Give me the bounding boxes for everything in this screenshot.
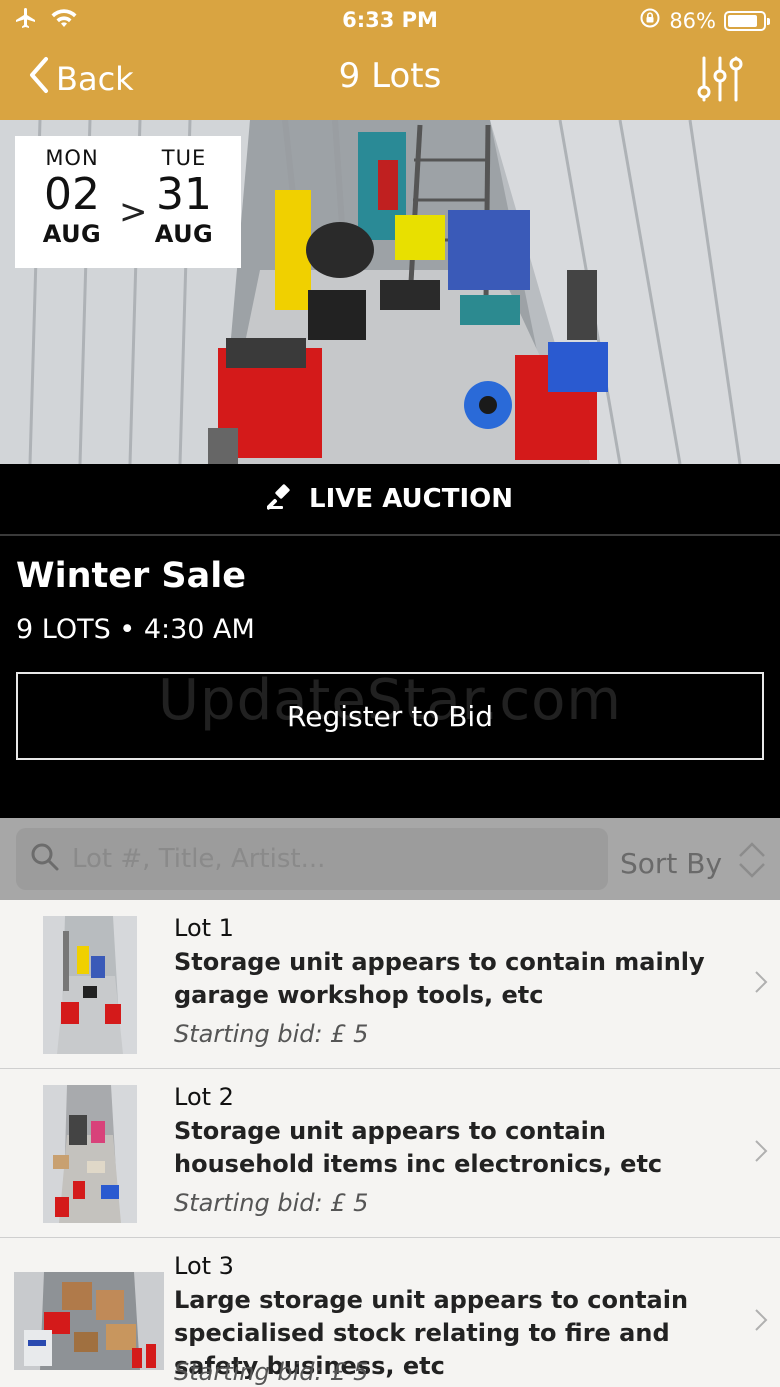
date-range-badge: MON 02 AUG > TUE 31 AUG (15, 136, 241, 268)
battery-level (728, 14, 758, 27)
lot-row-2[interactable]: Lot 2 Storage unit appears to contain ho… (0, 1069, 780, 1238)
search-bar: Sort By (0, 818, 780, 900)
lot-title: Storage unit appears to contain mainly g… (174, 948, 705, 1009)
lot-list: Lot 1 Storage unit appears to contain ma… (0, 900, 780, 1387)
sale-meta: 9 LOTS • 4:30 AM (16, 614, 255, 645)
register-to-bid-button[interactable]: Register to Bid (16, 672, 764, 760)
starting-bid: Starting bid: £ 5 (174, 1020, 369, 1048)
start-day-of-week: MON (45, 146, 99, 170)
gavel-icon (266, 482, 295, 517)
auction-hero-image: MON 02 AUG > TUE 31 AUG (0, 120, 780, 464)
status-bar: 6:33 PM 86% (0, 0, 780, 40)
sliders-icon (697, 56, 743, 102)
battery-percent: 86% (669, 8, 716, 33)
starting-bid: Starting bid: £ 5 (174, 1358, 369, 1386)
search-box[interactable] (16, 828, 608, 890)
battery-icon (724, 10, 770, 31)
sale-info: Winter Sale 9 LOTS • 4:30 AM Register to… (0, 538, 780, 818)
lot-3-thumbnail (14, 1272, 164, 1370)
lot-1-thumbnail (43, 916, 137, 1054)
top-bar: 6:33 PM 86% Back 9 Lots (0, 0, 780, 120)
starting-bid: Starting bid: £ 5 (174, 1189, 369, 1217)
lot-title: Storage unit appears to contain househol… (174, 1117, 663, 1178)
start-date: MON 02 AUG (27, 146, 117, 248)
back-button[interactable]: Back (28, 56, 134, 102)
chevron-right-icon (754, 1308, 768, 1336)
search-input[interactable] (72, 844, 592, 874)
chevron-right-icon (754, 1139, 768, 1167)
lot-number: Lot 3 (174, 1252, 234, 1280)
end-month: AUG (154, 220, 214, 248)
start-day: 02 (44, 169, 100, 220)
lot-2-thumbnail (43, 1085, 137, 1223)
live-auction-banner: LIVE AUCTION (0, 464, 780, 536)
sale-name: Winter Sale (16, 556, 246, 596)
lot-number: Lot 1 (174, 914, 234, 942)
lot-row-1[interactable]: Lot 1 Storage unit appears to contain ma… (0, 900, 780, 1069)
end-day: 31 (156, 169, 212, 220)
orientation-lock-icon (639, 7, 661, 34)
lot-number: Lot 2 (174, 1083, 234, 1111)
back-label: Back (56, 60, 134, 98)
live-auction-label: LIVE AUCTION (309, 484, 513, 514)
sort-by-button[interactable]: Sort By (620, 840, 768, 887)
chevron-left-icon (28, 56, 50, 102)
status-right: 86% (639, 7, 770, 34)
lot-row-3[interactable]: Lot 3 Large storage unit appears to cont… (0, 1238, 780, 1387)
navigation-bar: Back 9 Lots (0, 40, 780, 120)
search-icon (30, 842, 60, 876)
start-month: AUG (42, 220, 102, 248)
sort-updown-icon (736, 840, 768, 887)
filter-sliders-button[interactable] (696, 54, 744, 104)
end-day-of-week: TUE (161, 146, 207, 170)
sort-by-label: Sort By (620, 847, 723, 880)
end-date: TUE 31 AUG (139, 146, 229, 248)
chevron-right-icon (754, 970, 768, 998)
